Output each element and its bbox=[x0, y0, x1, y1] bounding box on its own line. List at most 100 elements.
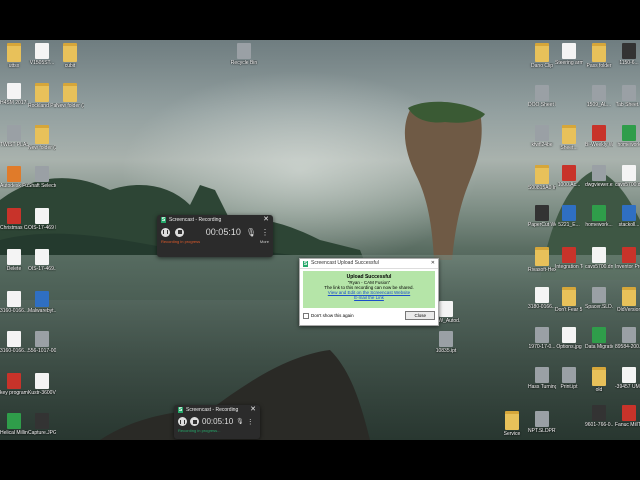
desktop-icon[interactable]: Spacer.SLD... bbox=[585, 287, 613, 327]
close-button[interactable]: Close bbox=[405, 311, 435, 320]
stop-button[interactable] bbox=[175, 227, 184, 237]
desktop-icon[interactable]: old bbox=[585, 367, 613, 407]
more-dropdown[interactable]: More bbox=[260, 239, 269, 244]
desktop-icon[interactable]: 3160-0166... bbox=[0, 331, 28, 371]
desktop-icon-label: 1509_AL... bbox=[586, 102, 612, 108]
desktop-icon-label: homework bbox=[617, 142, 640, 148]
desktop-icon[interactable]: Inventor Professional... bbox=[615, 247, 640, 287]
desktop-icon[interactable]: kfwfl24be bbox=[528, 125, 556, 165]
close-icon[interactable]: ✕ bbox=[250, 405, 256, 415]
desktop-icon[interactable]: Recycle Bin bbox=[230, 43, 258, 83]
desktop-icon[interactable]: Kustr-3600V WIDE.STEP bbox=[28, 373, 56, 413]
gray-file-icon bbox=[535, 327, 549, 343]
folder-file-icon bbox=[535, 165, 549, 184]
desktop-icon[interactable]: Dano Clip bbox=[528, 43, 556, 83]
microphone-icon[interactable]: 🎙 bbox=[246, 228, 256, 237]
desktop-icon[interactable]: PaperCut Web Print... bbox=[528, 205, 556, 245]
more-options-icon[interactable]: ⋮ bbox=[261, 228, 269, 237]
microphone-icon[interactable]: 🎙 bbox=[236, 418, 244, 425]
email-link[interactable]: E-mail the Link bbox=[303, 295, 435, 300]
folder-file-icon bbox=[562, 125, 576, 144]
desktop-icon[interactable]: 556-1017-000 Item 1_03.ipt bbox=[28, 331, 56, 371]
desktop-icon[interactable]: Malwarebyt... Anti-Malware bbox=[28, 291, 56, 331]
dont-show-checkbox[interactable] bbox=[303, 312, 309, 319]
file-file-icon bbox=[535, 287, 549, 303]
desktop-icon[interactable]: V1505ST... bbox=[28, 43, 56, 83]
desktop-icon[interactable]: S00815A0 Inv Transfer... bbox=[528, 165, 556, 205]
blue-file-icon bbox=[35, 291, 49, 307]
desktop-icon[interactable]: TWIST PLASTIC C... bbox=[0, 125, 28, 165]
desktop-icon[interactable]: 9601-766-0... bbox=[585, 405, 613, 440]
desktop-icon[interactable]: Data Migration bbox=[585, 327, 613, 367]
desktop-icon-label: OIS-17-469 NPT MACH... bbox=[28, 225, 56, 231]
pause-button[interactable] bbox=[161, 227, 170, 237]
desktop-icon[interactable]: Bi-Weekly Whitm rec... bbox=[585, 125, 613, 165]
desktop-icon[interactable]: 1150-6... bbox=[615, 43, 640, 83]
folder-file-icon bbox=[63, 83, 77, 102]
desktop-icon-label: Inventor Professional... bbox=[615, 264, 640, 270]
desktop-icon-label: TWIST PLASTIC C... bbox=[0, 142, 28, 148]
desktop-icon[interactable]: Rivasoft-Hex Wall... bbox=[528, 247, 556, 287]
desktop-icon[interactable]: Integration Tech CP4... bbox=[555, 247, 583, 287]
desktop-icon[interactable]: OIS-17-469 NPT MACH... bbox=[28, 208, 56, 248]
desktop-icon[interactable]: key program.pdf bbox=[0, 373, 28, 413]
desktop-icon[interactable]: Delete bbox=[0, 249, 28, 289]
desktop-icon-label: stackoll... bbox=[618, 222, 640, 228]
desktop-icon[interactable]: Capture.JPG bbox=[28, 413, 56, 440]
desktop-icon[interactable]: uttsx bbox=[0, 43, 28, 83]
desktop-icon[interactable]: 1970-17-0... bbox=[528, 327, 556, 367]
desktop-icon[interactable]: Helical Milling A... bbox=[0, 413, 28, 440]
desktop-icon[interactable]: 1000.Ac... bbox=[555, 165, 583, 205]
desktop-icon[interactable]: DOO Sheet NPT... bbox=[528, 85, 556, 125]
desktop-icon[interactable]: New folder (2) bbox=[28, 125, 56, 165]
desktop-icon[interactable]: Hass Turning.cps bbox=[528, 367, 556, 407]
desktop-icon[interactable]: Steering arm spl.STEP bbox=[555, 43, 583, 83]
desktop-icon[interactable]: Autodesk Fusion 360 bbox=[0, 166, 28, 206]
desktop-icon[interactable]: cubit bbox=[56, 43, 84, 83]
desktop-icon[interactable]: -39457 UMIF18-SA... bbox=[615, 367, 640, 407]
gray-file-icon bbox=[35, 331, 49, 347]
desktop-icon[interactable]: dwgviewer.exe bbox=[585, 165, 613, 205]
desktop-icon[interactable]: 89584-200... bbox=[615, 327, 640, 367]
red-file-icon bbox=[562, 165, 576, 181]
desktop-icon[interactable]: OIS-17-469... bbox=[28, 249, 56, 289]
desktop-icon[interactable]: Rockland Parts bbox=[28, 83, 56, 123]
desktop-icon[interactable]: Tab Sheet... bbox=[615, 85, 640, 125]
close-icon[interactable]: ✕ bbox=[431, 259, 435, 268]
desktop-icon[interactable]: cavs5700.dng bbox=[585, 247, 613, 287]
desktop-icon[interactable]: NPT.SLDPRT bbox=[528, 411, 556, 440]
desktop-icon-label: Shaft Selector Xpert bbox=[28, 183, 56, 189]
desktop-icon[interactable]: homework... bbox=[585, 205, 613, 245]
desktop-icon[interactable]: 3180-0166... bbox=[528, 287, 556, 327]
desktop-icon[interactable]: Print.ipt bbox=[555, 367, 583, 407]
desktop-icon[interactable]: 10835.ipt bbox=[432, 331, 460, 371]
gray-file-icon bbox=[535, 367, 549, 383]
desktop-icon[interactable]: H4SM 2017.txt bbox=[0, 83, 28, 123]
desktop-icon[interactable]: Sheet... bbox=[555, 125, 583, 165]
desktop-icon-label: PaperCut Web Print... bbox=[528, 222, 556, 228]
desktop-icon[interactable]: OldVersion bbox=[615, 287, 640, 327]
desktop-icon[interactable]: stackoll... bbox=[615, 205, 640, 245]
close-icon[interactable]: ✕ bbox=[263, 215, 269, 225]
folder-file-icon bbox=[592, 43, 606, 62]
stop-button[interactable] bbox=[190, 417, 199, 426]
desktop-icon[interactable]: 3160-0166... bbox=[0, 291, 28, 331]
desktop-icon-label: Data Migration bbox=[585, 344, 613, 350]
desktop-icon[interactable]: Shaft Selector Xpert bbox=[28, 166, 56, 206]
desktop-icon-label: Malwarebyt... Anti-Malware bbox=[28, 308, 56, 314]
pause-button[interactable] bbox=[178, 417, 187, 426]
desktop-icon[interactable]: 5221_E... bbox=[555, 205, 583, 245]
desktop-icon[interactable]: Don't Fear 5 Arrconc bbox=[555, 287, 583, 327]
desktop-icon[interactable]: New folder (3) bbox=[56, 83, 84, 123]
desktop-icon[interactable]: homework bbox=[615, 125, 640, 165]
desktop-icon[interactable]: Service bbox=[498, 411, 526, 440]
desktop-icon[interactable]: cavs5700.dng bbox=[615, 165, 640, 205]
red-file-icon bbox=[562, 247, 576, 263]
desktop-icon[interactable]: 1509_AL... bbox=[585, 85, 613, 125]
desktop-icon[interactable]: Pass folder bbox=[585, 43, 613, 83]
more-options-icon[interactable]: ⋮ bbox=[247, 418, 254, 426]
desktop-icon[interactable]: Options.jpg bbox=[555, 327, 583, 367]
desktop-icon[interactable]: Christmas Card.jpg bbox=[0, 208, 28, 248]
desktop-icon[interactable]: Fanuc MillTur... bbox=[615, 405, 640, 440]
gray-file-icon bbox=[535, 85, 549, 101]
